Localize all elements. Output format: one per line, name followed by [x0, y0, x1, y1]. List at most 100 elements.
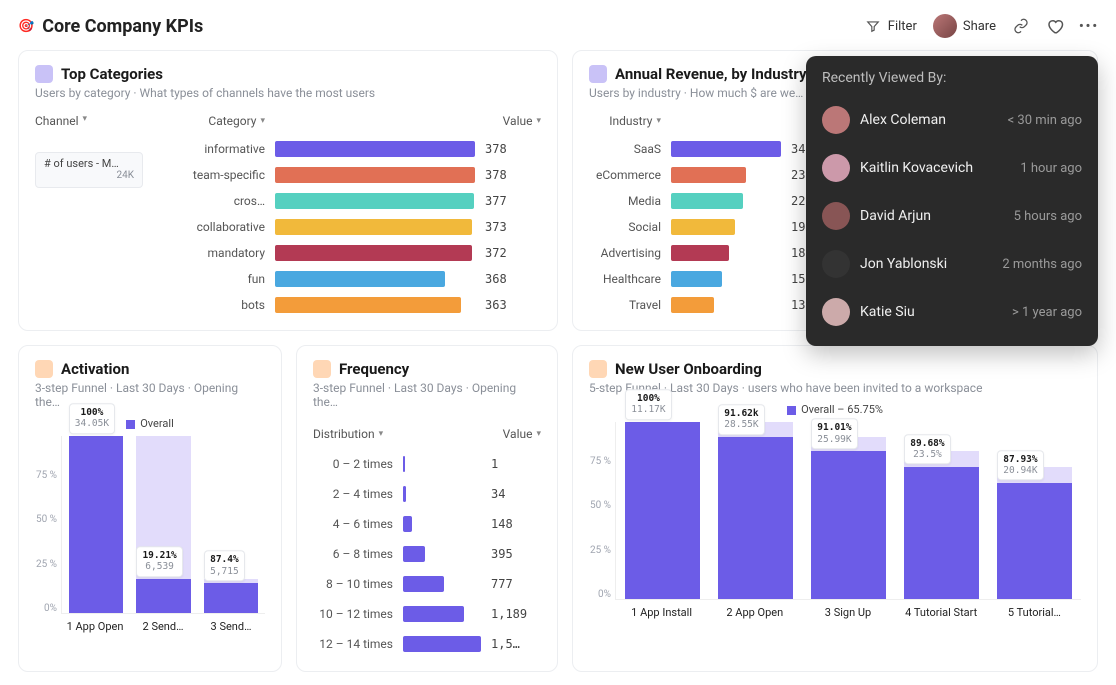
- filter-icon: [864, 17, 882, 35]
- funnel-icon: [313, 360, 331, 378]
- funnel-step[interactable]: 91.62k28.55K: [709, 422, 802, 599]
- bar-value: 1,5…: [491, 637, 541, 651]
- channel-cell[interactable]: # of users - M… 24K: [35, 152, 143, 188]
- card-activation: Activation 3-step Funnel · Last 30 Days …: [18, 345, 282, 672]
- avatar: [933, 14, 957, 38]
- bar-row[interactable]: collaborative 373: [171, 214, 541, 240]
- bar-value: 363: [485, 298, 541, 312]
- bar-label: 10 – 12 times: [313, 607, 393, 621]
- bar-fill: [671, 245, 729, 261]
- funnel-step[interactable]: 100%11.17K: [616, 422, 709, 599]
- bar-row[interactable]: cros… 377: [171, 188, 541, 214]
- column-value[interactable]: Value ▾: [503, 114, 541, 128]
- legend-label: Overall – 65.75%: [801, 403, 883, 416]
- xtick: 4 Tutorial Start: [895, 600, 988, 619]
- bar-label: Advertising: [589, 246, 661, 260]
- bar-fill: [671, 193, 743, 209]
- chevron-down-icon: ▾: [536, 116, 541, 126]
- bar-row[interactable]: 10 – 12 times 1,189: [313, 599, 541, 629]
- filter-label: Filter: [888, 19, 917, 34]
- bar-row[interactable]: 8 – 10 times 777: [313, 569, 541, 599]
- bar-value: 1,189: [491, 607, 541, 621]
- bar-row[interactable]: informative 378: [171, 136, 541, 162]
- bar-chart-icon: [589, 65, 607, 83]
- xtick: 2 App Open: [708, 600, 801, 619]
- bar-label: Healthcare: [589, 272, 661, 286]
- viewer-time: > 1 year ago: [1012, 305, 1082, 320]
- bar-tooltip: 87.4%5,715: [204, 550, 245, 581]
- card-top-categories: Top Categories Users by category · What …: [18, 50, 558, 331]
- column-value[interactable]: Value ▾: [503, 427, 541, 441]
- favorite-icon[interactable]: [1046, 17, 1064, 35]
- bar-fill: [275, 219, 472, 235]
- bar-label: 12 – 14 times: [313, 637, 393, 651]
- bar-fill: [275, 167, 475, 183]
- link-icon[interactable]: [1012, 17, 1030, 35]
- bar-row[interactable]: 0 – 2 times 1: [313, 449, 541, 479]
- viewer-row[interactable]: Jon Yablonski 2 months ago: [822, 240, 1082, 288]
- xtick: 1 App Open: [61, 614, 129, 633]
- page-header: 🎯 Core Company KPIs Filter Share •••: [18, 14, 1098, 38]
- share-button[interactable]: Share: [933, 14, 996, 38]
- column-distribution[interactable]: Distribution ▾: [313, 427, 383, 441]
- viewer-name: Kaitlin Kovacevich: [860, 160, 973, 176]
- bar-label: fun: [171, 272, 265, 286]
- ytick: 0%: [35, 603, 57, 614]
- xtick: 3 Sign Up: [801, 600, 894, 619]
- bar-row[interactable]: 6 – 8 times 395: [313, 539, 541, 569]
- channel-cell-label: # of users - M…: [44, 157, 134, 170]
- recently-viewed-popover: Recently Viewed By: Alex Coleman < 30 mi…: [806, 56, 1098, 346]
- card-subtitle: Users by category · What types of channe…: [35, 86, 541, 100]
- bar-row[interactable]: 4 – 6 times 148: [313, 509, 541, 539]
- column-industry-label: Industry: [609, 114, 652, 128]
- column-category[interactable]: Category ▾: [171, 114, 265, 128]
- funnel-step[interactable]: 91.01%25.99K: [802, 422, 895, 599]
- card-title: Annual Revenue, by Industry: [615, 65, 807, 83]
- viewer-name: Jon Yablonski: [860, 256, 947, 272]
- viewer-row[interactable]: David Arjun 5 hours ago: [822, 192, 1082, 240]
- card-onboarding: New User Onboarding 5-step Funnel · Last…: [572, 345, 1098, 672]
- funnel-step[interactable]: 87.93%20.94K: [988, 422, 1081, 599]
- bar-row[interactable]: 12 – 14 times 1,5…: [313, 629, 541, 659]
- bar-fill: [275, 271, 445, 287]
- bar-row[interactable]: fun 368: [171, 266, 541, 292]
- column-industry[interactable]: Industry ▾: [589, 114, 661, 128]
- viewer-row[interactable]: Alex Coleman < 30 min ago: [822, 96, 1082, 144]
- funnel-step[interactable]: 89.68%23.5%: [895, 422, 988, 599]
- funnel-chart: 75 %50 %25 %0% 100%11.17K 91.62k28.55K 9…: [589, 422, 1081, 600]
- funnel-step[interactable]: 100%34.05K: [62, 436, 130, 613]
- legend-label: Overall: [140, 417, 174, 430]
- bar-label: collaborative: [171, 220, 265, 234]
- card-title: Activation: [61, 360, 129, 378]
- card-title: Frequency: [339, 360, 409, 378]
- xtick: 1 App Install: [615, 600, 708, 619]
- bar-row[interactable]: bots 363: [171, 292, 541, 318]
- funnel-step[interactable]: 19.21%6,539: [130, 436, 198, 613]
- bar-value: 34: [491, 487, 541, 501]
- bar-value: 378: [485, 168, 541, 182]
- viewer-time: 1 hour ago: [1020, 161, 1082, 176]
- viewer-time: 5 hours ago: [1014, 209, 1082, 224]
- filter-button[interactable]: Filter: [864, 17, 917, 35]
- ytick: 75 %: [35, 470, 57, 481]
- chevron-down-icon: ▾: [536, 429, 541, 439]
- bar-value: 372: [485, 246, 541, 260]
- bar-tooltip: 91.01%25.99K: [811, 419, 857, 450]
- bar-fill: [403, 636, 481, 652]
- bar-row[interactable]: mandatory 372: [171, 240, 541, 266]
- viewer-row[interactable]: Kaitlin Kovacevich 1 hour ago: [822, 144, 1082, 192]
- bar-fill: [275, 141, 475, 157]
- page-icon: 🎯: [18, 19, 34, 34]
- bar-value: 1: [491, 457, 541, 471]
- bar-fill: [671, 167, 746, 183]
- more-icon[interactable]: •••: [1080, 17, 1098, 35]
- bar-row[interactable]: team-specific 378: [171, 162, 541, 188]
- viewer-row[interactable]: Katie Siu > 1 year ago: [822, 288, 1082, 336]
- bar-label: 4 – 6 times: [313, 517, 393, 531]
- bar-row[interactable]: 2 – 4 times 34: [313, 479, 541, 509]
- viewer-time: < 30 min ago: [1008, 113, 1082, 128]
- column-channel[interactable]: Channel ▾: [35, 114, 155, 128]
- xtick: 2 Send…: [129, 614, 197, 633]
- funnel-step[interactable]: 87.4%5,715: [197, 436, 265, 613]
- bar-value: 368: [485, 272, 541, 286]
